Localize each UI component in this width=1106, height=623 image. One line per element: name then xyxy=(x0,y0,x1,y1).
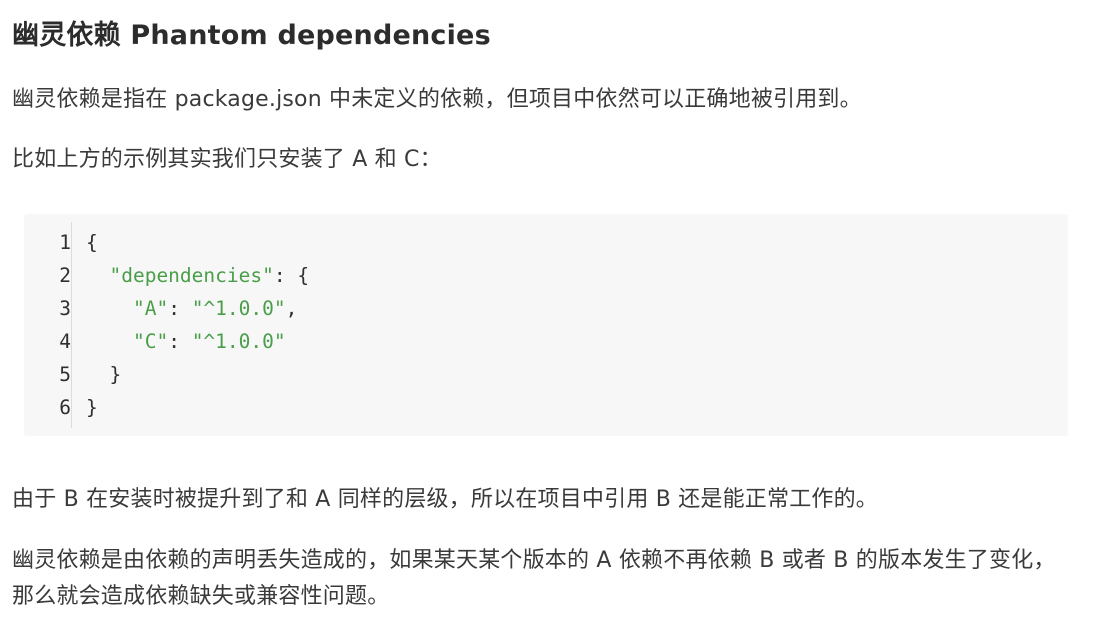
line-number: 3 xyxy=(59,297,71,320)
gutter-divider xyxy=(71,222,72,428)
line-number: 1 xyxy=(59,231,71,254)
paragraph-example-intro: 比如上方的示例其实我们只安装了 A 和 C： xyxy=(12,147,442,172)
line-number: 5 xyxy=(59,363,71,386)
article: 幽灵依赖 Phantom dependencies 幽灵依赖是指在 packag… xyxy=(0,0,1106,623)
line-number-gutter: 1 2 3 4 5 6 xyxy=(24,226,71,424)
paragraph-explanation: 由于 B 在安装时被提升到了和 A 同样的层级，所以在项目中引用 B 还是能正常… xyxy=(12,487,878,512)
code-string: "dependencies" xyxy=(109,264,274,287)
code-string: "^1.0.0" xyxy=(191,330,286,353)
line-number: 2 xyxy=(59,264,71,287)
code-line: "A": "^1.0.0", xyxy=(86,292,309,325)
code-token: } xyxy=(86,396,98,419)
section-heading: 幽灵依赖 Phantom dependencies xyxy=(12,20,491,51)
code-content: { "dependencies": { "A": "^1.0.0", "C": … xyxy=(86,226,309,424)
code-line: } xyxy=(86,358,309,391)
code-string: "A" xyxy=(132,297,169,320)
line-number: 6 xyxy=(59,396,71,419)
line-number: 4 xyxy=(59,330,71,353)
code-token: { xyxy=(86,231,98,254)
paragraph-definition: 幽灵依赖是指在 package.json 中未定义的依赖，但项目中依然可以正确地… xyxy=(12,87,862,112)
code-line: "dependencies": { xyxy=(86,259,309,292)
code-token: : { xyxy=(273,264,310,287)
code-token: : xyxy=(168,297,192,320)
code-line: "C": "^1.0.0" xyxy=(86,325,309,358)
code-token: , xyxy=(285,297,298,320)
code-string: "^1.0.0" xyxy=(191,297,286,320)
code-line: } xyxy=(86,391,309,424)
paragraph-consequence: 幽灵依赖是由依赖的声明丢失造成的，如果某天某个版本的 A 依赖不再依赖 B 或者… xyxy=(12,548,1056,609)
code-token: } xyxy=(86,363,122,386)
code-string: "C" xyxy=(132,330,169,353)
code-token: : xyxy=(168,330,192,353)
code-block: 1 2 3 4 5 6 { "dependencies": { "A": "^1… xyxy=(24,214,1068,436)
code-line: { xyxy=(86,226,309,259)
